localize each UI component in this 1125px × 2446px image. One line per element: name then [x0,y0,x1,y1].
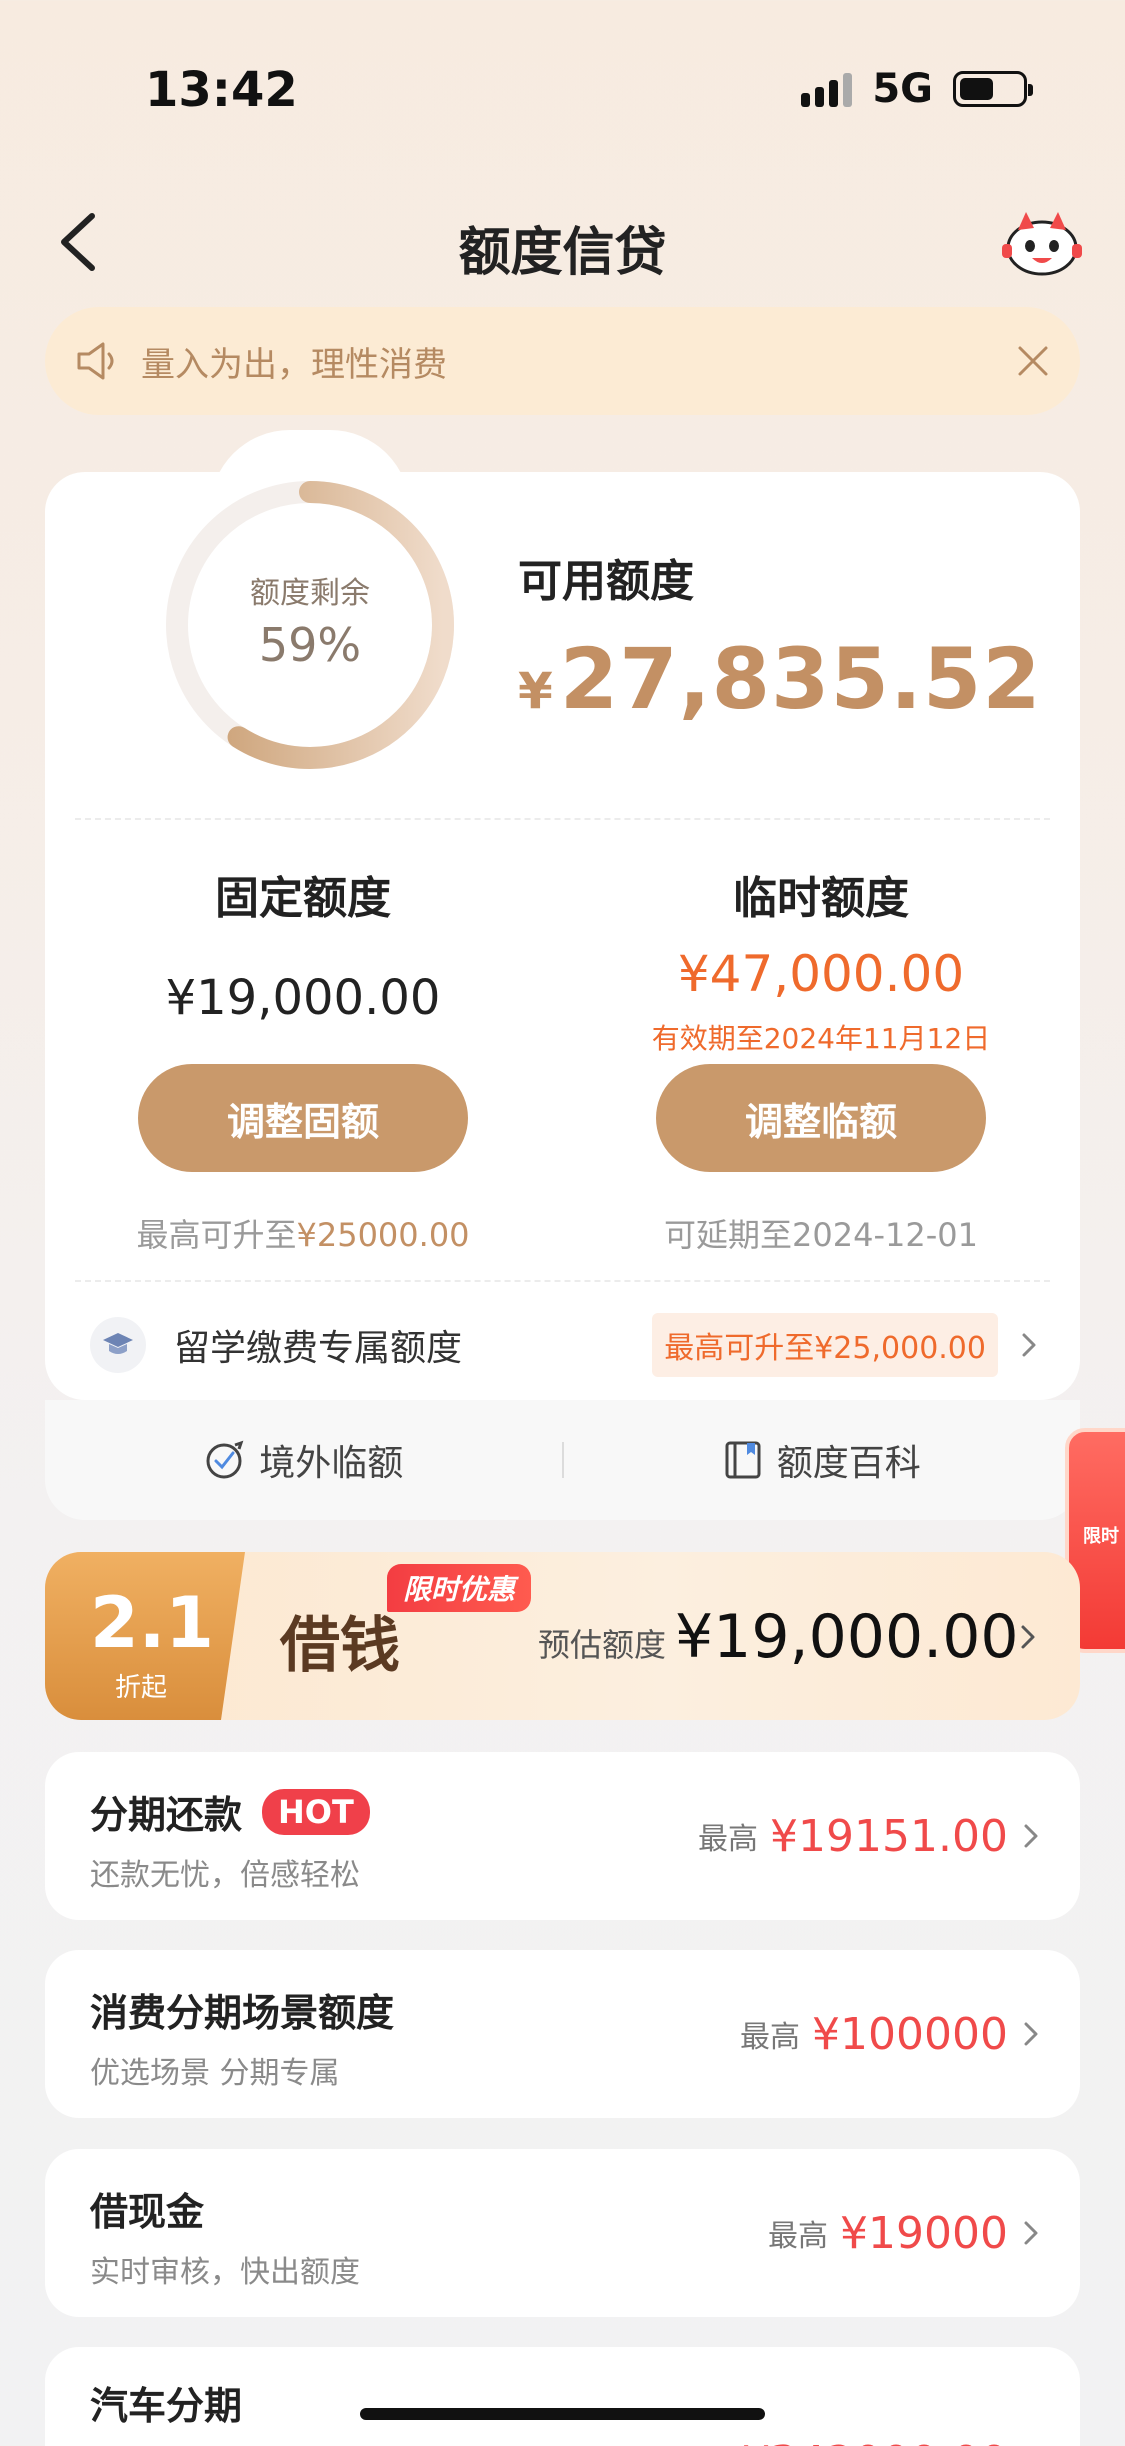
quota-wiki-link[interactable]: 额度百科 [564,1434,1081,1486]
close-icon[interactable] [1016,344,1050,378]
page-title: 额度信贷 [458,223,667,283]
study-label: 留学缴费专属额度 [174,1328,463,1369]
network-type: 5G [872,66,933,112]
chevron-right-icon [1022,1333,1036,1357]
overseas-temp-label: 境外临额 [259,1443,404,1484]
overseas-temp-link[interactable]: 境外临额 [45,1434,562,1486]
adjust-fixed-button[interactable]: 调整固额 [138,1064,468,1172]
battery-icon [953,71,1033,107]
row-title: 分期还款 [90,1793,243,1837]
quota-subnav: 境外临额 额度百科 [45,1400,1080,1520]
status-time: 13:42 [145,62,298,118]
notice-text: 量入为出，理性消费 [141,344,447,385]
promo-title: 借钱 [280,1611,400,1681]
row-subtitle: 实时审核，快出额度 [90,2255,360,2290]
status-indicators: 5G [801,66,1033,112]
row-subtitle: 优选场景 分期专属 [90,2056,340,2091]
globe-check-icon [206,1440,244,1479]
chevron-right-icon [1021,1625,1035,1649]
installment-repay-row[interactable]: 分期还款 HOT 还款无忧，倍感轻松 最高 ¥19151.00 [45,1752,1080,1920]
currency-symbol: ¥ [518,662,554,720]
fixed-note-value: ¥25000.00 [296,1216,470,1254]
row-amount: ¥19151.00 [770,1810,1008,1862]
row-prefix: 最高 [740,2020,801,2055]
temp-note: 可延期至2024-12-01 [664,1216,978,1254]
promo-estimate-amount: ¥19,000.00 [675,1602,1019,1672]
row-title: 汽车分期 [90,2384,243,2428]
promo-estimate-label: 预估额度 [538,1626,667,1664]
quota-wiki-label: 额度百科 [776,1443,921,1484]
speaker-icon [77,342,114,380]
hot-badge: HOT [262,1788,370,1835]
mascot-icon[interactable] [1000,208,1084,280]
cash-loan-row[interactable]: 借现金 实时审核，快出额度 最高 ¥19000 [45,2149,1080,2317]
study-badge: 最高可升至¥25,000.00 [652,1313,998,1377]
row-prefix: 最高 [670,2440,730,2446]
adjust-temp-button[interactable]: 调整临额 [656,1064,986,1172]
auto-installment-row[interactable]: 汽车分期 最高 ¥342000.00 [45,2347,1080,2446]
fixed-amount: ¥19,000.00 [165,970,441,1026]
row-amount: ¥342000.00 [742,2437,1008,2446]
fixed-note-prefix: 最高可升至 [136,1216,297,1254]
floating-tab-text: 限时 [1083,1526,1119,1547]
divider [75,1280,1050,1282]
row-prefix: 最高 [698,1822,759,1857]
promo-rate-sub: 折起 [115,1673,168,1703]
temp-title: 临时额度 [733,873,909,924]
promo-tag: 限时优惠 [387,1564,532,1612]
available-label: 可用额度 [518,556,694,607]
promo-rate: 2.1 [90,1582,215,1664]
available-amount: ¥27,835.52 [518,630,1042,728]
chevron-right-icon [1024,1824,1038,1848]
notice-banner: 量入为出，理性消费 [45,307,1080,415]
divider [75,818,1050,820]
row-subtitle: 还款无忧，倍感轻松 [90,1858,360,1893]
available-value: 27,835.52 [559,630,1042,728]
study-quota-row[interactable]: 留学缴费专属额度 最高可升至¥25,000.00 [45,1290,1080,1400]
row-amount: ¥19000 [840,2207,1008,2259]
chevron-right-icon [1024,2022,1038,2046]
home-indicator [360,2408,765,2420]
borrow-promo-banner[interactable]: 2.1 折起 借钱 限时优惠 预估额度 ¥19,000.00 [45,1552,1080,1720]
book-icon [725,1441,761,1479]
row-prefix: 最高 [768,2219,829,2254]
row-title: 消费分期场景额度 [90,1991,395,2035]
temp-amount: ¥47,000.00 [677,945,965,1003]
row-title: 借现金 [90,2190,205,2234]
chevron-right-icon [1024,2221,1038,2245]
signal-icon [801,71,853,107]
graduation-cap-icon [90,1317,146,1373]
ring-label: 额度剩余 [250,576,370,611]
fixed-note: 最高可升至¥25000.00 [78,1210,528,1256]
fixed-title: 固定额度 [215,873,391,924]
consumer-installment-row[interactable]: 消费分期场景额度 优选场景 分期专属 最高 ¥100000 [45,1950,1080,2118]
temp-valid-date: 有效期至2024年11月12日 [651,1022,991,1055]
row-amount: ¥100000 [812,2008,1008,2060]
ring-percent: 59% [258,618,362,672]
